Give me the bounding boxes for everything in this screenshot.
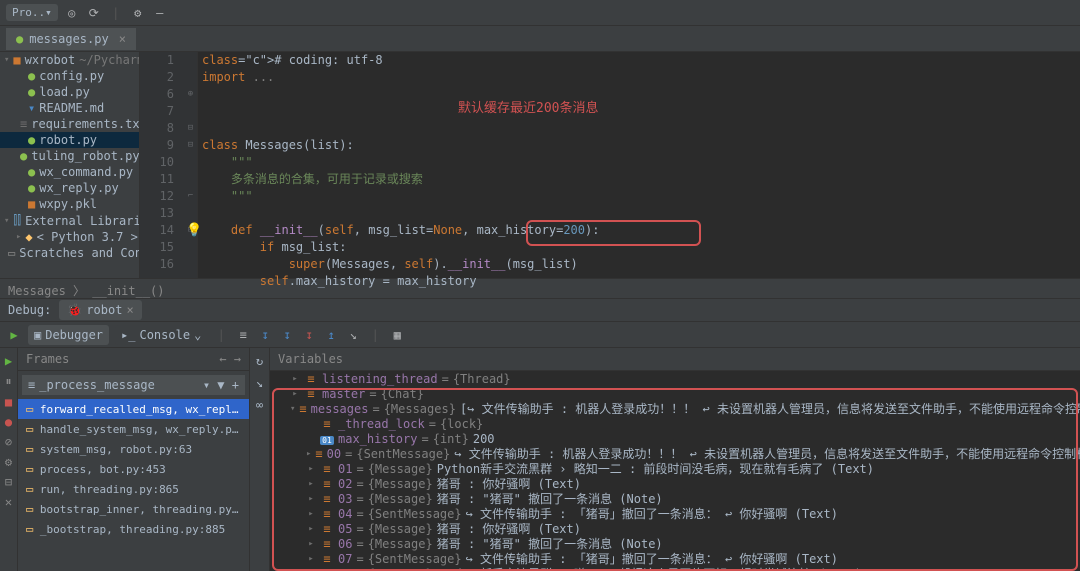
close-icon[interactable]: × bbox=[126, 303, 133, 317]
variables-panel: Variables ▸≡ listening_thread = {Thread}… bbox=[270, 348, 1080, 571]
evaluate-icon[interactable]: ▦ bbox=[389, 327, 405, 343]
collapse-icon[interactable]: — bbox=[152, 5, 168, 21]
step-over-icon[interactable]: ≡ bbox=[235, 327, 251, 343]
sync-icon[interactable]: ⟳ bbox=[86, 5, 102, 21]
tree-file[interactable]: ●robot.py bbox=[0, 132, 139, 148]
show-icon[interactable]: ↘ bbox=[256, 376, 263, 390]
frames-panel: Frames← → ≡_process_message▾ ▼ + ▭ forwa… bbox=[18, 348, 250, 571]
stack-frame[interactable]: ▭ system_msg, robot.py:63 bbox=[18, 439, 249, 459]
annotation-text: 默认缓存最近200条消息 bbox=[458, 97, 598, 116]
line-gutter: 12678910111213141516 bbox=[140, 52, 184, 278]
tree-root[interactable]: ▾■wxrobot ~/PycharmProjec bbox=[0, 52, 139, 68]
project-panel: ▾■wxrobot ~/PycharmProjec ●config.py●loa… bbox=[0, 52, 140, 278]
force-step-icon[interactable]: ↧ bbox=[301, 327, 317, 343]
divider-icon: | bbox=[108, 5, 124, 21]
pause-icon[interactable]: ⏸ bbox=[5, 374, 11, 389]
stack-frame[interactable]: ▭ forward_recalled_msg, wx_reply.py:48 bbox=[18, 399, 249, 419]
stack-frame[interactable]: ▭ _bootstrap, threading.py:885 bbox=[18, 519, 249, 539]
tree-file[interactable]: ≡requirements.txt bbox=[0, 116, 139, 132]
tab-messages[interactable]: ● messages.py × bbox=[6, 28, 136, 50]
debug-icon: ▣ bbox=[34, 328, 41, 342]
filter-icon[interactable]: ▼ bbox=[217, 378, 224, 392]
tree-file[interactable]: ●wx_command.py bbox=[0, 164, 139, 180]
code-editor[interactable]: 12678910111213141516 ⊕⊟⊟⌐⊟ class="c"># c… bbox=[140, 52, 1080, 278]
target-icon[interactable]: ◎ bbox=[64, 5, 80, 21]
debug-bar: Debug: 🐞robot× bbox=[0, 298, 1080, 322]
tree-scratches[interactable]: ▭Scratches and Consoles bbox=[0, 245, 139, 261]
tree-ext-lib[interactable]: ▾⫿⫿External Libraries bbox=[0, 212, 139, 229]
main-area: ▾■wxrobot ~/PycharmProjec ●config.py●loa… bbox=[0, 52, 1080, 278]
next-frame-icon[interactable]: → bbox=[234, 352, 241, 366]
tree-python[interactable]: ▸◆< Python 3.7 > /usr/loc bbox=[0, 229, 139, 245]
frames-mid-gutter: ↻ ↘ ∞ bbox=[250, 348, 270, 571]
step-into2-icon[interactable]: ↧ bbox=[279, 327, 295, 343]
stop-icon[interactable]: ■ bbox=[5, 395, 12, 409]
messages-highlight-box bbox=[272, 388, 1078, 571]
tab-label: messages.py bbox=[29, 32, 108, 46]
variable-row[interactable]: ▸≡ listening_thread = {Thread} bbox=[270, 371, 1080, 386]
stack-frame[interactable]: ▭ run, threading.py:865 bbox=[18, 479, 249, 499]
debugger-tab[interactable]: ▣Debugger bbox=[28, 325, 109, 345]
run-to-cursor-icon[interactable]: ↘ bbox=[345, 327, 361, 343]
file-tree[interactable]: ▾■wxrobot ~/PycharmProjec ●config.py●loa… bbox=[0, 52, 139, 278]
frames-header: Frames← → bbox=[18, 348, 249, 371]
console-tab[interactable]: ▸_Console⌄ bbox=[115, 325, 207, 345]
code-body[interactable]: class="c"># coding: utf-8import ...class… bbox=[198, 52, 1080, 278]
stack-frame[interactable]: ▭ process, bot.py:453 bbox=[18, 459, 249, 479]
rerun-icon[interactable]: ▶ bbox=[6, 327, 22, 343]
variables-header: Variables bbox=[270, 348, 1080, 371]
debug-toolbar: ▶ ▣Debugger ▸_Console⌄ | ≡ ↧ ↧ ↧ ↥ ↘ | ▦ bbox=[0, 322, 1080, 348]
debug-body: ▶ ⏸ ■ ● ⊘ ⚙ ⊟ ✕ Frames← → ≡_process_mess… bbox=[0, 348, 1080, 571]
editor-tabbar: ● messages.py × bbox=[0, 26, 1080, 52]
debug-left-gutter: ▶ ⏸ ■ ● ⊘ ⚙ ⊟ ✕ bbox=[0, 348, 18, 571]
view-bp-icon[interactable]: ● bbox=[5, 415, 12, 429]
step-out-icon[interactable]: ↥ bbox=[323, 327, 339, 343]
tree-file[interactable]: ●load.py bbox=[0, 84, 139, 100]
prev-frame-icon[interactable]: ← bbox=[219, 352, 226, 366]
step-into-icon[interactable]: ↧ bbox=[257, 327, 273, 343]
close-icon[interactable]: ✕ bbox=[5, 495, 12, 509]
debug-tab-robot[interactable]: 🐞robot× bbox=[59, 300, 141, 320]
project-combo[interactable]: Pro..▾ bbox=[6, 4, 58, 21]
divider-icon: | bbox=[213, 327, 229, 343]
stack-frame[interactable]: ▭ bootstrap_inner, threading.py:917 bbox=[18, 499, 249, 519]
tree-file[interactable]: ▾README.md bbox=[0, 100, 139, 116]
stack-frame[interactable]: ▭ handle_system_msg, wx_reply.py:40 bbox=[18, 419, 249, 439]
resume-icon[interactable]: ▶ bbox=[5, 354, 12, 368]
tree-file[interactable]: ●wx_reply.py bbox=[0, 180, 139, 196]
expand-icon[interactable]: ⌄ bbox=[194, 328, 201, 342]
add-icon[interactable]: + bbox=[232, 378, 239, 392]
python-file-icon: ● bbox=[16, 32, 23, 46]
tree-file[interactable]: ■wxpy.pkl bbox=[0, 196, 139, 212]
main-toolbar: Pro..▾ ◎ ⟳ | ⚙ — bbox=[0, 0, 1080, 26]
debug-label: Debug: bbox=[8, 303, 51, 317]
pin-icon[interactable]: ⊟ bbox=[5, 475, 12, 489]
console-icon: ▸_ bbox=[121, 328, 135, 342]
thread-selector[interactable]: ≡_process_message▾ ▼ + bbox=[22, 375, 245, 395]
link-icon[interactable]: ∞ bbox=[256, 398, 263, 412]
close-icon[interactable]: × bbox=[119, 32, 126, 46]
divider-icon: | bbox=[367, 327, 383, 343]
settings-icon[interactable]: ⚙ bbox=[5, 455, 12, 469]
tree-file[interactable]: ●config.py bbox=[0, 68, 139, 84]
highlight-box bbox=[526, 220, 701, 246]
tree-file[interactable]: ●tuling_robot.py bbox=[0, 148, 139, 164]
gear-icon[interactable]: ⚙ bbox=[130, 5, 146, 21]
restore-icon[interactable]: ↻ bbox=[256, 354, 263, 368]
thread-icon: ≡ bbox=[28, 378, 35, 392]
mute-bp-icon[interactable]: ⊘ bbox=[5, 435, 12, 449]
bug-icon: 🐞 bbox=[67, 303, 82, 317]
fold-gutter[interactable]: ⊕⊟⊟⌐⊟ bbox=[184, 52, 198, 278]
